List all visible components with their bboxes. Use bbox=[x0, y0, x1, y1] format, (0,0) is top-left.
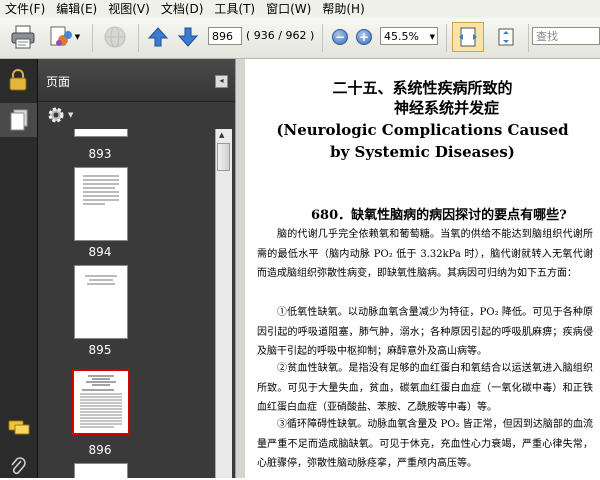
navigation-strip bbox=[0, 59, 38, 478]
gear-icon bbox=[48, 107, 64, 123]
zoom-value: 45.5% bbox=[384, 30, 419, 43]
toolbar-divider bbox=[138, 24, 139, 52]
thumbnail-list: 893 894 895 896 bbox=[38, 129, 214, 478]
hand-tool-button[interactable] bbox=[100, 22, 130, 52]
menu-file[interactable]: 文件(F) bbox=[0, 0, 51, 18]
share-button[interactable]: ▼ bbox=[44, 22, 84, 52]
thumbnail-scrollbar[interactable]: ▲ bbox=[215, 129, 232, 478]
page-number-input[interactable]: 896 bbox=[208, 27, 242, 45]
chapter-title-cn-line1: 二十五、系统性疾病所致的 bbox=[332, 79, 513, 97]
scrollbar-thumb[interactable] bbox=[217, 143, 230, 171]
menu-window[interactable]: 窗口(W) bbox=[261, 0, 317, 18]
scroll-up-icon[interactable]: ▲ bbox=[219, 131, 224, 139]
paragraph: ②贫血性缺氧。是指没有足够的血红蛋白和氧结合以运送氧进入脑组织所致。可见于大量失… bbox=[257, 363, 593, 413]
menu-tools[interactable]: 工具(T) bbox=[209, 0, 261, 18]
thumbnail-label: 896 bbox=[88, 443, 112, 457]
paragraph: ③循环障碍性缺氧。动脉血氧含量及 PO₂ 皆正常，但因到达脑部的血流量严重不足而… bbox=[257, 419, 593, 469]
comments-button[interactable] bbox=[8, 419, 30, 440]
page-preview bbox=[85, 275, 117, 285]
pages-panel: 页面 ◂ ▼ 893 894 895 896 ▲ bbox=[38, 59, 235, 478]
thumbnail-label: 893 bbox=[88, 147, 112, 161]
zoom-level-input[interactable]: 45.5% ▼ bbox=[380, 27, 438, 45]
menu-edit[interactable]: 编辑(E) bbox=[51, 0, 103, 18]
chevron-down-icon[interactable]: ▼ bbox=[430, 28, 435, 46]
page-count-label: ( 936 / 962 ) bbox=[246, 29, 315, 42]
comments-icon bbox=[8, 420, 30, 435]
document-view[interactable]: 二十五、系统性疾病所致的 神经系统并发症 (Neurologic Complic… bbox=[245, 59, 600, 478]
page-thumbnail[interactable] bbox=[74, 167, 128, 241]
thumbnail-label: 895 bbox=[88, 343, 112, 357]
page-thumbnail-selected[interactable] bbox=[72, 369, 130, 435]
pages-icon bbox=[10, 109, 28, 131]
fit-width-button[interactable] bbox=[452, 22, 484, 52]
toolbar-divider bbox=[528, 24, 529, 52]
menu-view[interactable]: 视图(V) bbox=[103, 0, 156, 18]
thumbnail-label: 894 bbox=[88, 245, 112, 259]
collapse-panel-button[interactable]: ◂ bbox=[215, 75, 228, 88]
globe-icon bbox=[104, 26, 126, 48]
zoom-out-button[interactable]: − bbox=[330, 22, 350, 52]
zoom-out-icon: − bbox=[332, 29, 348, 45]
page-thumbnail[interactable] bbox=[74, 463, 128, 478]
page-thumbnail[interactable] bbox=[74, 265, 128, 339]
print-button[interactable] bbox=[8, 22, 38, 52]
page-preview bbox=[80, 375, 122, 428]
document-share-icon bbox=[50, 26, 72, 46]
attachments-button[interactable] bbox=[9, 457, 27, 480]
zoom-in-button[interactable]: + bbox=[354, 22, 374, 52]
lock-icon bbox=[9, 69, 27, 91]
question-heading: 680．缺氧性脑病的病因探讨的要点有哪些? bbox=[311, 208, 567, 223]
toolbar-divider bbox=[92, 24, 93, 52]
fit-width-icon bbox=[459, 27, 477, 47]
paragraph: 脑的代谢几乎完全依赖氧和葡萄糖。当氧的供给不能达到脑组织代谢所需的最低水平（脑内… bbox=[257, 229, 593, 279]
printer-icon bbox=[11, 25, 35, 49]
chapter-title-en-line1: (Neurologic Complications Caused bbox=[276, 121, 569, 139]
pages-panel-button[interactable] bbox=[0, 103, 37, 137]
next-page-button[interactable] bbox=[176, 22, 200, 52]
arrow-down-icon bbox=[177, 27, 199, 47]
fit-page-button[interactable] bbox=[490, 22, 522, 52]
previous-page-button[interactable] bbox=[146, 22, 170, 52]
menu-bar: 文件(F) 编辑(E) 视图(V) 文档(D) 工具(T) 窗口(W) 帮助(H… bbox=[0, 0, 600, 18]
toolbar: ▼ 896 ( 936 / 962 ) − + 45.5% ▼ 查找 bbox=[0, 18, 600, 59]
menu-document[interactable]: 文档(D) bbox=[156, 0, 210, 18]
chevron-down-icon: ▼ bbox=[74, 33, 81, 41]
fit-page-icon bbox=[498, 28, 514, 46]
toolbar-divider bbox=[322, 24, 323, 52]
page-preview bbox=[83, 175, 119, 205]
chapter-title-cn-line2: 神经系统并发症 bbox=[393, 99, 499, 117]
search-input[interactable]: 查找 bbox=[532, 27, 600, 45]
options-button[interactable]: ▼ bbox=[46, 105, 73, 125]
lock-button[interactable] bbox=[8, 69, 28, 94]
panel-options-bar: ▼ bbox=[38, 102, 235, 128]
zoom-in-icon: + bbox=[356, 29, 372, 45]
toolbar-divider bbox=[446, 24, 447, 52]
paperclip-icon bbox=[11, 457, 26, 475]
panel-header: 页面 ◂ bbox=[38, 59, 235, 102]
chevron-down-icon: ▼ bbox=[68, 111, 74, 119]
menu-help[interactable]: 帮助(H) bbox=[317, 0, 370, 18]
arrow-up-icon bbox=[147, 27, 169, 47]
chapter-title-en-line2: by Systemic Diseases) bbox=[330, 143, 515, 161]
page-thumbnail[interactable] bbox=[74, 129, 128, 137]
paragraph: ①低氧性缺氧。以动脉血氧含量减少为特征，PO₂ 降低。可见于各种原因引起的呼吸道… bbox=[257, 307, 593, 357]
panel-title: 页面 bbox=[46, 75, 71, 89]
